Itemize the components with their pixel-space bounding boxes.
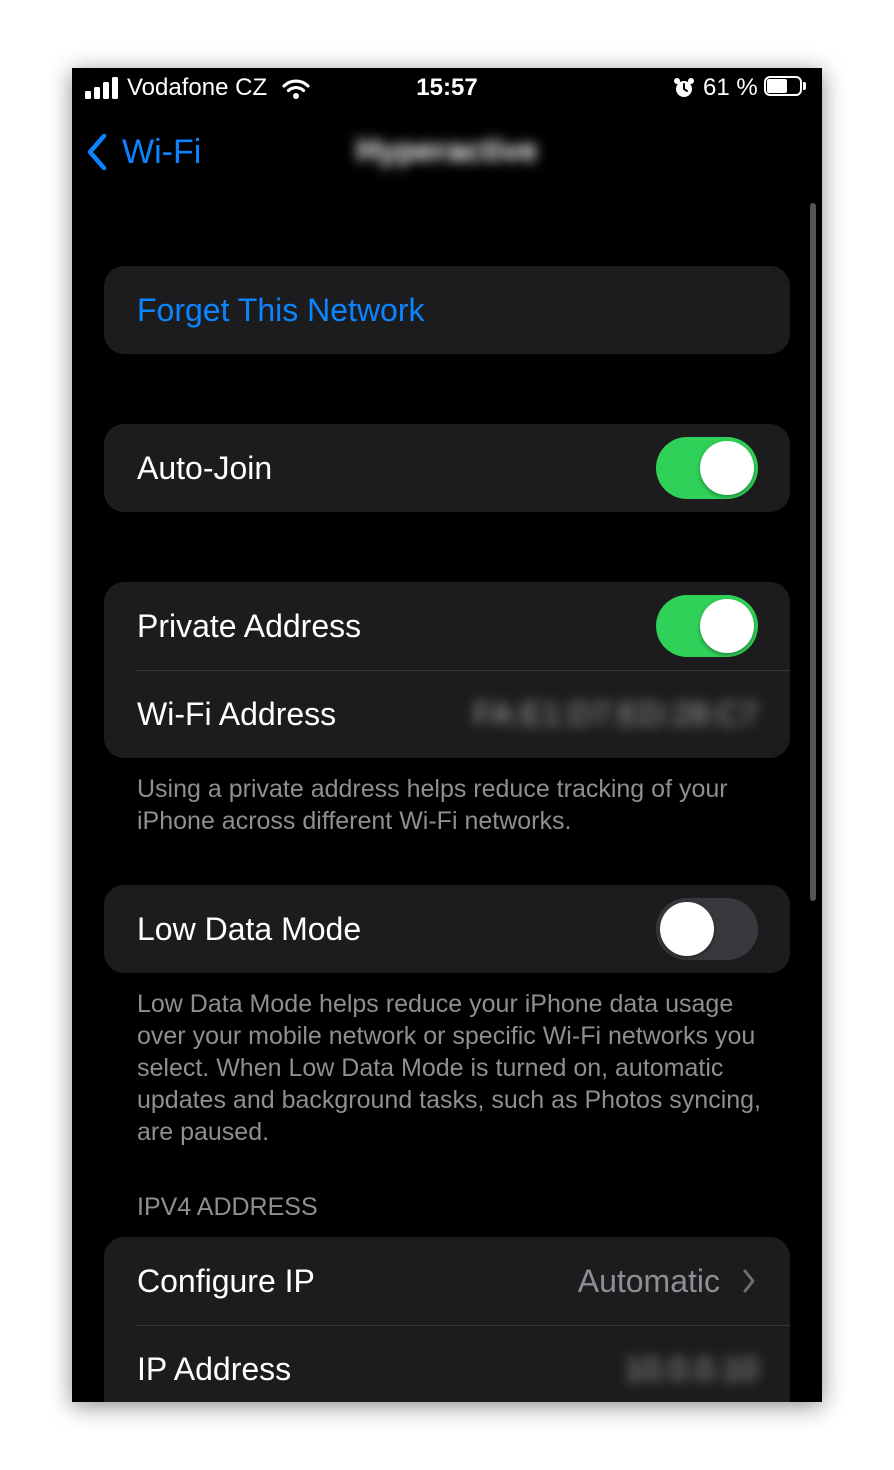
battery-icon <box>764 76 806 98</box>
private-address-group: Private Address Wi-Fi Address FA:E1:D7:E… <box>104 582 790 758</box>
low-data-mode-label: Low Data Mode <box>137 910 362 947</box>
back-button[interactable]: Wi-Fi <box>86 128 201 176</box>
ipv4-group: Configure IP Automatic IP Address 10.0.0… <box>104 1237 790 1402</box>
private-address-row: Private Address <box>104 582 790 670</box>
private-address-label: Private Address <box>137 607 362 644</box>
alarm-icon <box>674 78 694 97</box>
auto-join-group: Auto-Join <box>104 424 790 512</box>
network-name-title: Hyperactive <box>356 132 538 168</box>
auto-join-row: Auto-Join <box>104 424 790 512</box>
ip-address-value: 10.0.0.10 <box>624 1350 758 1387</box>
configure-ip-row[interactable]: Configure IP Automatic <box>104 1237 790 1325</box>
ipv4-section-header: IPV4 ADDRESS <box>137 1193 318 1221</box>
phone-screen: Vodafone CZ 15:57 61 % Wi-Fi Hyperactive <box>72 68 822 1402</box>
battery-percent: 61 % <box>703 74 758 101</box>
back-button-label: Wi-Fi <box>122 132 202 171</box>
auto-join-toggle[interactable] <box>656 437 758 499</box>
forget-network-button[interactable]: Forget This Network <box>104 266 790 354</box>
wifi-address-label: Wi-Fi Address <box>137 695 337 732</box>
configure-ip-value: Automatic <box>577 1262 720 1299</box>
chevron-left-icon <box>87 133 107 171</box>
ip-address-label: IP Address <box>137 1350 292 1387</box>
private-address-toggle[interactable] <box>656 595 758 657</box>
chevron-right-icon <box>743 1269 755 1293</box>
scrollbar[interactable] <box>810 203 816 901</box>
status-bar: Vodafone CZ 15:57 61 % <box>72 68 822 110</box>
low-data-mode-footer: Low Data Mode helps reduce your iPhone d… <box>137 990 761 1146</box>
wifi-address-row: Wi-Fi Address FA:E1:D7:ED:28:C7 <box>104 670 790 758</box>
forget-network-group: Forget This Network <box>104 266 790 354</box>
ip-address-row: IP Address 10.0.0.10 <box>104 1325 790 1402</box>
low-data-mode-toggle[interactable] <box>656 898 758 960</box>
configure-ip-label: Configure IP <box>137 1262 315 1299</box>
auto-join-label: Auto-Join <box>137 449 273 486</box>
low-data-mode-row: Low Data Mode <box>104 885 790 973</box>
private-address-footer: Using a private address helps reduce tra… <box>137 775 728 835</box>
forget-network-label: Forget This Network <box>137 291 425 328</box>
wifi-address-value: FA:E1:D7:ED:28:C7 <box>473 695 758 732</box>
low-data-mode-group: Low Data Mode <box>104 885 790 973</box>
